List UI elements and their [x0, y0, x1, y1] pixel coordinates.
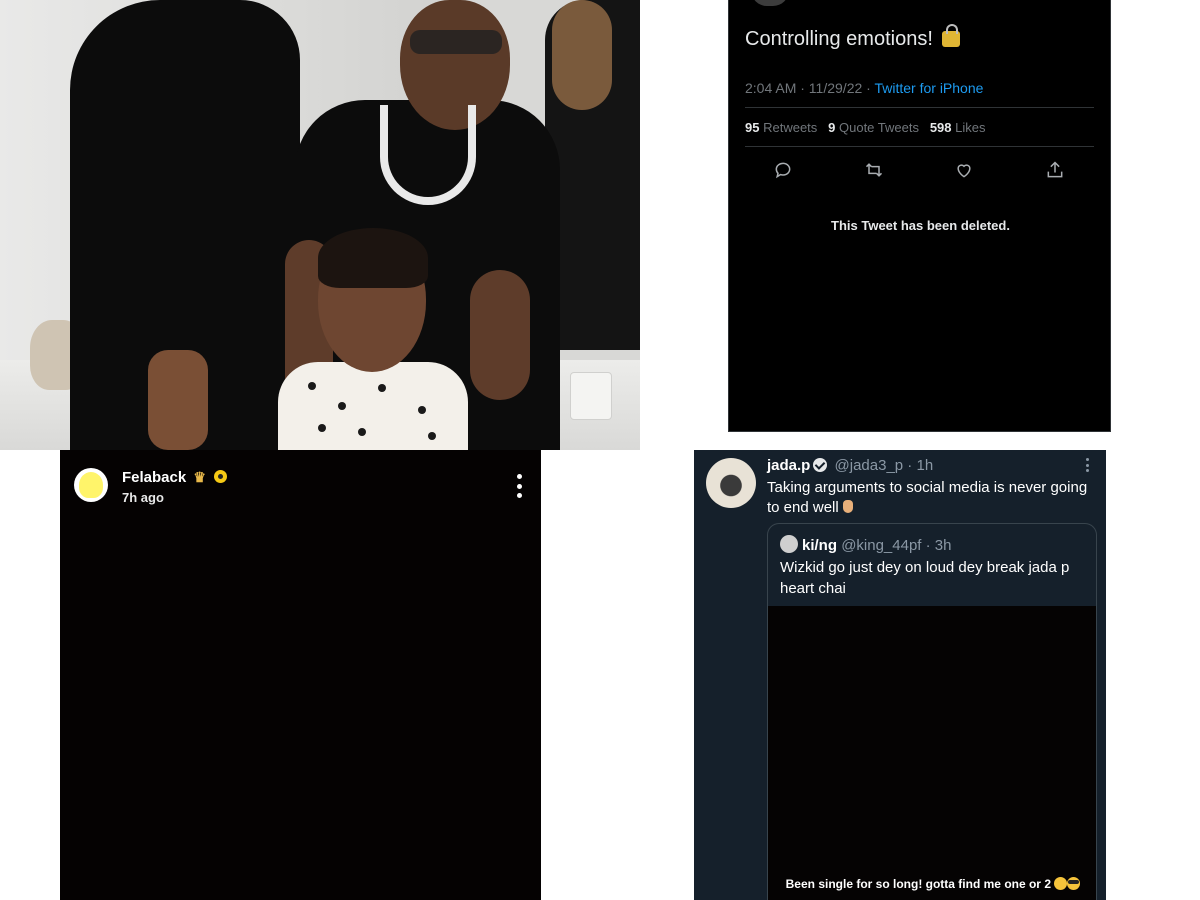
quote-tweets-stat[interactable]: 9 Quote Tweets	[828, 120, 919, 135]
star-badge-icon	[214, 470, 228, 483]
grimace-emoji-icon	[1054, 877, 1068, 890]
family-photo	[0, 0, 640, 450]
sunglasses-emoji-icon	[1067, 877, 1081, 890]
tweet-header: jada.p @jada3_p · 1h	[767, 457, 933, 474]
avatar[interactable]	[74, 468, 108, 502]
handle-and-time[interactable]: @jada3_p · 1h	[835, 457, 934, 474]
lock-icon	[942, 24, 961, 47]
verified-icon	[813, 458, 828, 472]
tweet-text: Taking arguments to social media is neve…	[767, 478, 1097, 518]
tweet-text: Controlling emotions!	[745, 24, 961, 51]
quoted-text: Wizkid go just dey on loud dey break jad…	[780, 559, 1070, 597]
photo-candle	[570, 372, 612, 420]
photo-child-hair	[318, 228, 428, 288]
quoted-media[interactable]: Been single for so long! gotta find me o…	[768, 606, 1096, 900]
snap-story: Felaback ♛ 7h ago	[60, 450, 541, 900]
retweet-icon[interactable]	[860, 158, 888, 182]
tweet-text-content: Controlling emotions!	[745, 28, 933, 50]
photo-child-shirt	[278, 362, 468, 450]
photo-man-arm-right	[470, 270, 530, 400]
tweet-actions	[769, 158, 1069, 182]
share-icon[interactable]	[1041, 158, 1069, 182]
avatar[interactable]	[751, 0, 789, 6]
photo-chain	[380, 105, 476, 205]
crossed-fingers-icon	[842, 500, 853, 513]
tweet-timestamp[interactable]: 2:04 AM · 11/29/22 ·	[745, 80, 871, 96]
avatar	[780, 535, 798, 553]
deleted-tweet-notice: This Tweet has been deleted.	[831, 218, 1010, 233]
quoted-handle-and-time: @king_44pf · 3h	[841, 537, 952, 554]
media-caption: Been single for so long! gotta find me o…	[768, 877, 1096, 891]
tweet-meta: 2:04 AM · 11/29/22 · Twitter for iPhone	[745, 80, 983, 96]
bitmoji-icon	[79, 472, 103, 498]
quoted-header: ki/ng @king_44pf · 3h	[780, 535, 951, 554]
quoted-display-name: ki/ng	[802, 537, 838, 554]
display-name[interactable]: jada.p	[767, 457, 810, 474]
crown-icon: ♛	[193, 469, 206, 485]
quoted-tweet[interactable]: ki/ng @king_44pf · 3h Wizkid go just dey…	[767, 523, 1097, 900]
quote-tweet-card: jada.p @jada3_p · 1h Taking arguments to…	[694, 450, 1106, 900]
story-timestamp: 7h ago	[122, 490, 164, 505]
more-options-icon[interactable]	[511, 474, 527, 498]
divider	[745, 146, 1094, 147]
tweet-card: Controlling emotions! 2:04 AM · 11/29/22…	[728, 0, 1111, 432]
photo-sunglasses	[410, 30, 502, 54]
reply-icon[interactable]	[769, 158, 797, 182]
divider	[745, 107, 1094, 108]
like-icon[interactable]	[950, 158, 978, 182]
story-username[interactable]: Felaback ♛	[122, 469, 228, 486]
photo-person-background-hair	[552, 0, 612, 110]
tweet-stats: 95 Retweets 9 Quote Tweets 598 Likes	[745, 120, 986, 135]
likes-stat[interactable]: 598 Likes	[930, 120, 986, 135]
tweet-source[interactable]: Twitter for iPhone	[874, 80, 983, 96]
retweets-stat[interactable]: 95 Retweets	[745, 120, 817, 135]
photo-woman-arm	[148, 350, 208, 450]
media-caption-text: Been single for so long! gotta find me o…	[785, 877, 1051, 891]
tweet-text-content: Taking arguments to social media is neve…	[767, 479, 1088, 516]
avatar[interactable]	[706, 458, 756, 508]
more-options-icon[interactable]	[1086, 458, 1090, 472]
